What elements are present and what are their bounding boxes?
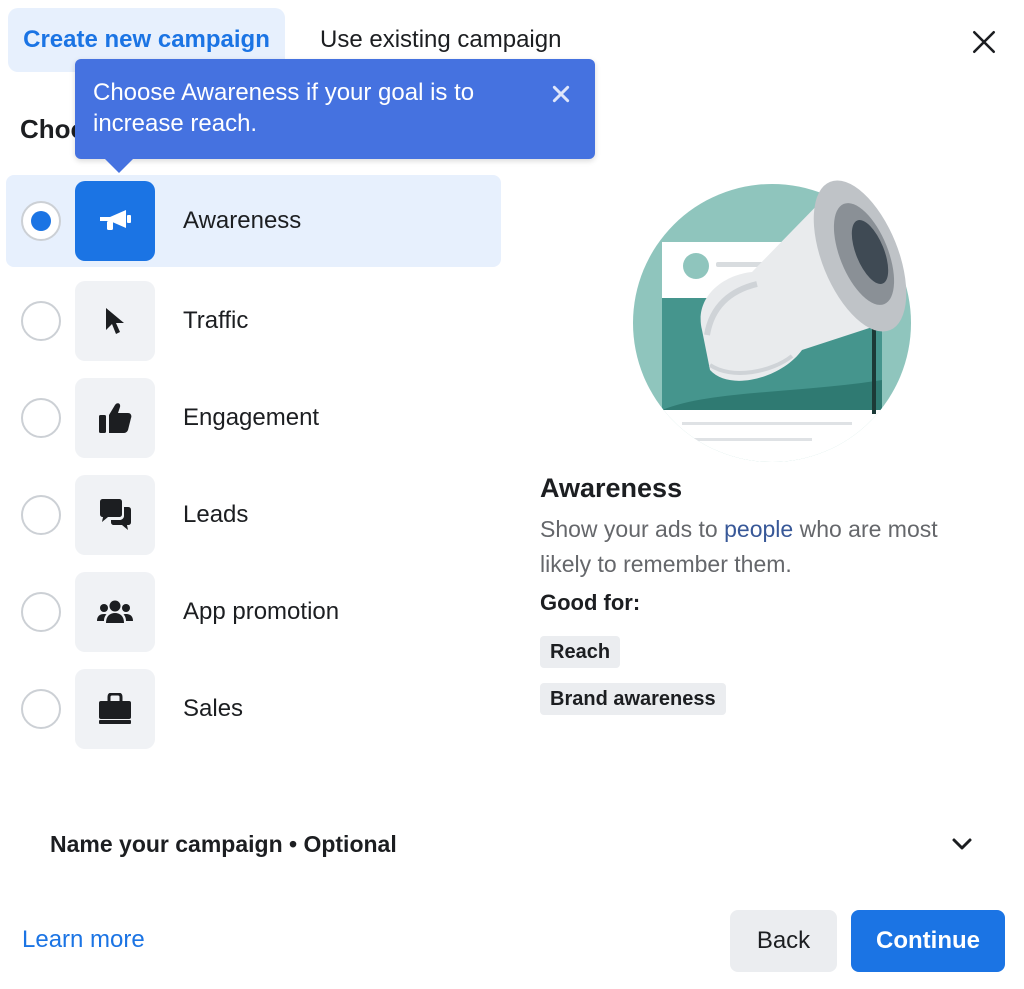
objective-label: Awareness: [183, 207, 302, 234]
radio-button[interactable]: [21, 201, 61, 241]
chat-bubbles-icon: [75, 474, 155, 555]
objective-label: Sales: [183, 694, 244, 722]
tooltip-close-button[interactable]: [551, 81, 575, 105]
close-icon: [972, 30, 996, 54]
objective-traffic[interactable]: Traffic: [6, 272, 501, 369]
good-for-chip: Brand awareness: [540, 683, 726, 715]
objective-label: Engagement: [183, 403, 320, 431]
tab-create-label: Create new campaign: [23, 26, 270, 53]
objective-label: Leads: [183, 500, 249, 528]
learn-more-link[interactable]: Learn more: [22, 926, 145, 954]
good-for-label: Good for:: [540, 590, 641, 615]
people-link[interactable]: people: [724, 516, 793, 542]
awareness-tooltip: Choose Awareness if your goal is to incr…: [75, 59, 595, 173]
close-icon: [552, 85, 570, 103]
continue-button-label: Continue: [876, 927, 980, 954]
radio-selected-dot: [31, 211, 51, 231]
objective-app-promotion[interactable]: App promotion: [6, 563, 501, 660]
desc-text-before: Show your ads to: [540, 516, 725, 542]
continue-button[interactable]: Continue: [851, 910, 1005, 972]
objective-list: Awareness Traffic Engagement Leads App p…: [6, 175, 501, 757]
objective-label: App promotion: [183, 597, 340, 625]
radio-button[interactable]: [21, 591, 61, 632]
close-button[interactable]: [964, 22, 1004, 62]
objective-sales[interactable]: Sales: [6, 660, 501, 757]
detail-title: Awareness: [540, 473, 683, 503]
shopping-bag-icon: [75, 668, 155, 749]
objective-label: Traffic: [183, 306, 249, 334]
objective-leads[interactable]: Leads: [6, 466, 501, 563]
radio-button[interactable]: [21, 688, 61, 729]
people-icon: [75, 571, 155, 652]
radio-button[interactable]: [21, 397, 61, 438]
cursor-icon: [75, 280, 155, 361]
objective-awareness[interactable]: Awareness: [6, 175, 501, 267]
tooltip-arrow: [105, 159, 133, 173]
thumbs-up-icon: [75, 377, 155, 458]
objective-engagement[interactable]: Engagement: [6, 369, 501, 466]
good-for-chip: Reach: [540, 636, 621, 668]
name-campaign-label: Name your campaign • Optional: [50, 830, 397, 857]
back-button-label: Back: [756, 927, 811, 954]
chevron-down-icon: [952, 838, 972, 850]
back-button[interactable]: Back: [730, 910, 837, 972]
tab-existing-label: Use existing campaign: [320, 26, 562, 53]
awareness-illustration: [632, 180, 922, 465]
radio-button[interactable]: [21, 300, 61, 341]
detail-description: Show your ads to people who are most lik…: [540, 512, 980, 582]
tooltip-text: Choose Awareness if your goal is to incr…: [93, 79, 475, 137]
name-campaign-expander[interactable]: Name your campaign • Optional: [50, 826, 980, 862]
radio-button[interactable]: [21, 494, 61, 535]
megaphone-icon: [75, 181, 155, 261]
